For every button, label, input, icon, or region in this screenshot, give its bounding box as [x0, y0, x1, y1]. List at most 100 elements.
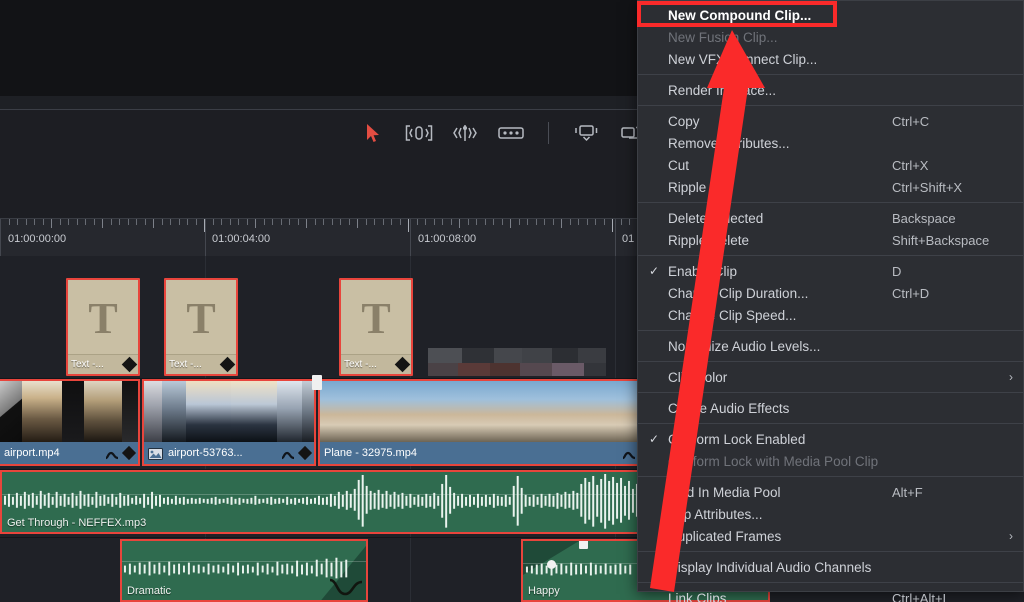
menu-item-render-in-place[interactable]: Render In Place...	[638, 79, 1023, 101]
menu-item-display-individual-audio-channels[interactable]: Display Individual Audio Channels	[638, 556, 1023, 578]
ruler-tick	[145, 219, 146, 225]
video-clip-airport-53763[interactable]: airport-53763...	[142, 379, 316, 466]
ruler-tick	[553, 219, 554, 225]
ruler-tick	[434, 219, 435, 225]
ruler-tick	[43, 219, 44, 225]
menu-item-shortcut: Ctrl+C	[892, 114, 929, 129]
menu-item-normalize-audio-levels[interactable]: Normalize Audio Levels...	[638, 335, 1023, 357]
clip-thumbnails	[144, 381, 314, 442]
menu-item-label: Ripple Cut	[668, 180, 731, 195]
selection-arrow-tool-icon[interactable]	[358, 120, 388, 146]
menu-item-find-in-media-pool[interactable]: Find In Media Pool Alt+F	[638, 481, 1023, 503]
ruler-tick	[561, 219, 562, 228]
ruler-tick	[570, 219, 571, 225]
audio-clip-dramatic[interactable]: Dramatic	[120, 539, 368, 602]
menu-item-shortcut: D	[892, 264, 901, 279]
ruler-tick	[612, 219, 613, 232]
ruler-tick	[238, 219, 239, 225]
menu-item-ripple-delete[interactable]: Ripple Delete Shift+Backspace	[638, 229, 1023, 251]
menu-item-label: Copy	[668, 114, 700, 129]
menu-item-remove-attributes[interactable]: Remove Attributes...	[638, 132, 1023, 154]
ruler-tick	[519, 219, 520, 225]
ruler-tick	[323, 219, 324, 225]
menu-separator	[638, 255, 1023, 256]
ruler-tick	[357, 219, 358, 228]
menu-item-ripple-cut[interactable]: Ripple Cut Ctrl+Shift+X	[638, 176, 1023, 198]
clip-trim-handle[interactable]	[312, 375, 322, 390]
menu-item-change-clip-duration[interactable]: Change Clip Duration... Ctrl+D	[638, 282, 1023, 304]
ruler-tick	[485, 219, 486, 225]
ruler-tick	[281, 219, 282, 225]
text-clip-1[interactable]: T Text -...	[66, 278, 140, 376]
ruler-tick	[213, 219, 214, 225]
menu-item-cache-audio-effects[interactable]: Cache Audio Effects	[638, 397, 1023, 419]
keyframe-diamond-icon[interactable]	[122, 357, 138, 373]
clip-context-menu[interactable]: New Compound Clip... New Fusion Clip... …	[637, 0, 1024, 592]
ruler-tick	[221, 219, 222, 225]
clip-label: Text -...	[169, 359, 222, 370]
ruler-tick	[502, 219, 503, 225]
menu-separator	[638, 392, 1023, 393]
ruler-tick	[510, 219, 511, 228]
audio-fade-in-handle[interactable]	[547, 560, 556, 569]
razor-edit-tool-icon[interactable]	[496, 120, 526, 146]
ruler-tick	[306, 219, 307, 228]
trim-edit-tool-icon[interactable]	[404, 120, 434, 146]
menu-item-conform-lock-enabled[interactable]: ✓ Conform Lock Enabled	[638, 428, 1023, 450]
menu-item-shortcut: Ctrl+Alt+L	[892, 591, 950, 602]
menu-item-new-compound-clip[interactable]: New Compound Clip...	[638, 4, 1023, 26]
text-clip-3[interactable]: T Text -...	[339, 278, 413, 376]
image-thumbnail-icon	[148, 447, 163, 459]
ruler-timecode-label: 01:00:04:00	[212, 233, 270, 245]
menu-item-clip-attributes[interactable]: Clip Attributes...	[638, 503, 1023, 525]
menu-item-change-clip-speed[interactable]: Change Clip Speed...	[638, 304, 1023, 326]
menu-item-new-fusion-clip[interactable]: New Fusion Clip...	[638, 26, 1023, 48]
keyframe-diamond-icon[interactable]	[298, 446, 312, 460]
ruler-tick	[629, 219, 630, 225]
ruler-tick	[595, 219, 596, 225]
text-clip-2[interactable]: T Text -...	[164, 278, 238, 376]
menu-item-delete-selected[interactable]: Delete Selected Backspace	[638, 207, 1023, 229]
ruler-tick	[459, 219, 460, 228]
ruler-division-line	[0, 219, 1, 256]
keyframe-diamond-icon[interactable]	[122, 446, 136, 460]
menu-item-link-clips[interactable]: Link Clips Ctrl+Alt+L	[638, 587, 1023, 602]
ruler-tick	[60, 219, 61, 225]
ruler-tick	[179, 219, 180, 225]
menu-item-label: Conform Lock Enabled	[668, 432, 805, 447]
keyframe-diamond-icon[interactable]	[220, 357, 236, 373]
menu-item-label: Ripple Delete	[668, 233, 749, 248]
menu-separator	[638, 74, 1023, 75]
menu-item-duplicated-frames[interactable]: Duplicated Frames ›	[638, 525, 1023, 547]
clip-footer: Text -...	[341, 354, 411, 374]
keyframe-diamond-icon[interactable]	[395, 357, 411, 373]
ruler-tick	[128, 219, 129, 225]
menu-item-new-vfx-connect-clip[interactable]: New VFX Connect Clip...	[638, 48, 1023, 70]
menu-item-clip-color[interactable]: Clip Color ›	[638, 366, 1023, 388]
menu-item-label: Clip Attributes...	[668, 507, 763, 522]
audio-clip-get-through[interactable]: Get Through - NEFFEX.mp3	[0, 470, 640, 534]
menu-item-label: Change Clip Duration...	[668, 286, 808, 301]
menu-item-label: Enable Clip	[668, 264, 737, 279]
audio-fade-handle[interactable]	[579, 539, 588, 549]
menu-item-enable-clip[interactable]: ✓ Enable Clip D	[638, 260, 1023, 282]
ruler-tick	[332, 219, 333, 225]
ruler-tick	[527, 219, 528, 225]
video-clip-airport[interactable]: airport.mp4	[0, 379, 140, 466]
menu-item-label: Delete Selected	[668, 211, 763, 226]
audio-level-curve-icon[interactable]	[329, 576, 363, 598]
menu-item-conform-lock-with-media-pool-clip[interactable]: Conform Lock with Media Pool Clip	[638, 450, 1023, 472]
ruler-timecode-label: 01:00:00:00	[8, 233, 66, 245]
menu-separator	[638, 551, 1023, 552]
dynamic-trim-tool-icon[interactable]	[450, 120, 480, 146]
clip-label: Get Through - NEFFEX.mp3	[7, 517, 146, 529]
menu-item-cut[interactable]: Cut Ctrl+X	[638, 154, 1023, 176]
snapping-toggle-icon[interactable]	[571, 120, 601, 146]
menu-item-label: New Compound Clip...	[668, 8, 811, 23]
clip-footer: airport.mp4	[0, 442, 138, 464]
ruler-tick	[153, 219, 154, 228]
clip-label: airport-53763...	[168, 447, 276, 459]
video-clip-plane[interactable]: Plane - 32975.mp4	[318, 379, 642, 466]
menu-item-copy[interactable]: Copy Ctrl+C	[638, 110, 1023, 132]
ruler-tick	[187, 219, 188, 225]
